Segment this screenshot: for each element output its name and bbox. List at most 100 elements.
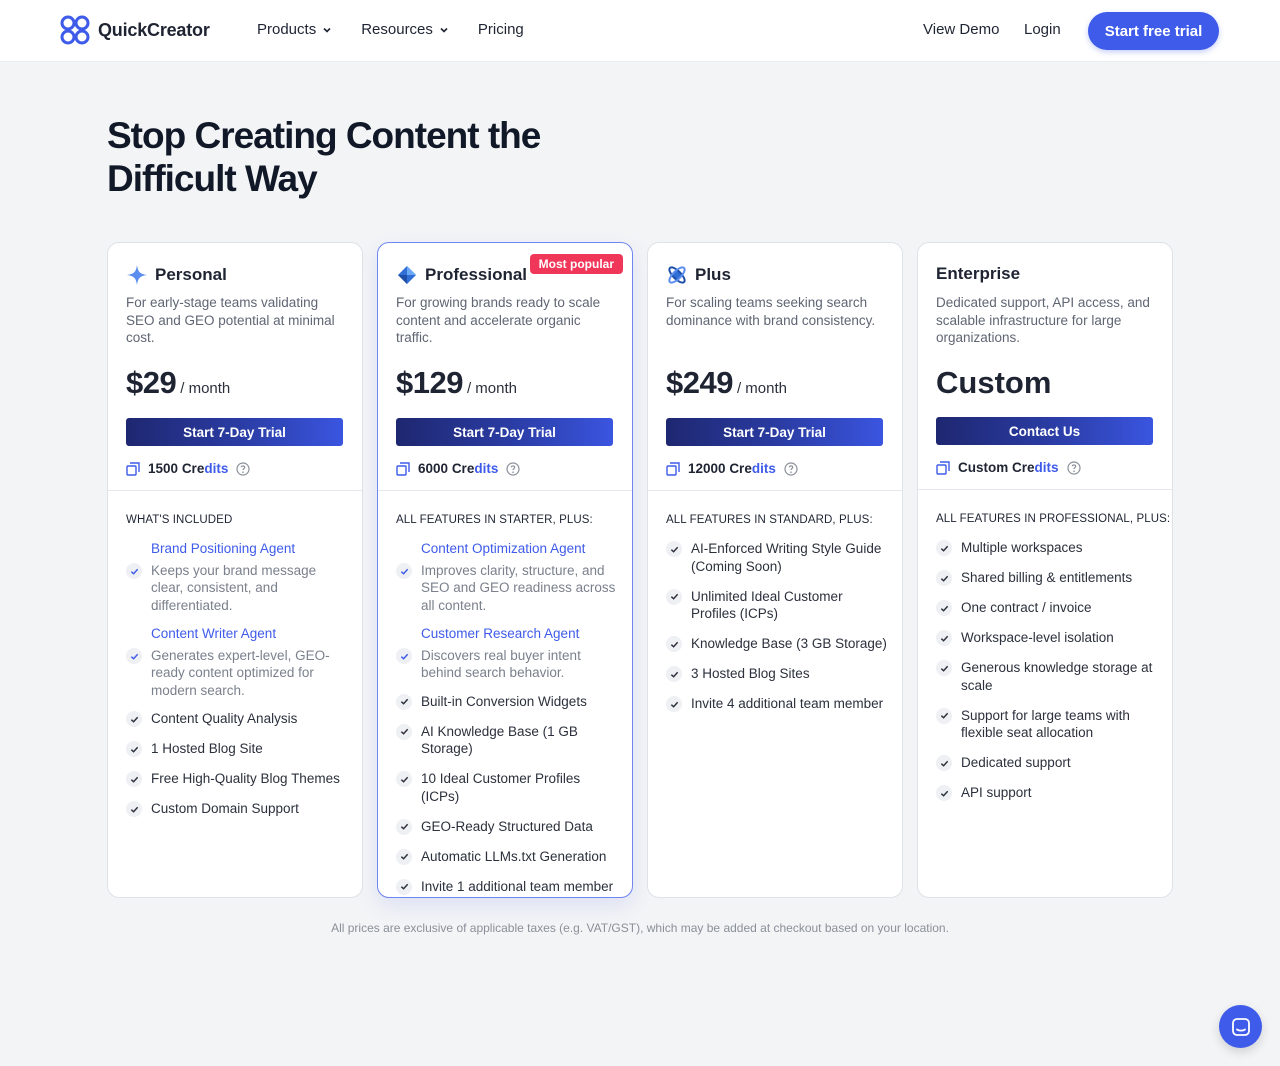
agent-item: Content Optimization Agent Improves clar…	[396, 540, 618, 614]
feature-item: Custom Domain Support	[126, 800, 348, 818]
help-circle-icon[interactable]	[784, 461, 798, 476]
feature-item: Unlimited Ideal Customer Profiles (ICPs)	[666, 588, 888, 623]
start-trial-button[interactable]: Start 7-Day Trial	[666, 418, 883, 446]
feature-text: 10 Ideal Customer Profiles (ICPs)	[421, 771, 581, 804]
page-title-line1: Stop Creating Content the	[107, 115, 541, 156]
plan-card-personal: Personal For early-stage teams validatin…	[107, 242, 363, 898]
check-icon	[396, 648, 412, 664]
agent-item: Customer Research Agent Discovers real b…	[396, 625, 618, 682]
card-divider	[378, 490, 632, 491]
plan-description: Dedicated support, API access, and scala…	[936, 295, 1150, 345]
feature-text: Custom Domain Support	[151, 801, 299, 816]
credits-label-a: Cre	[1012, 460, 1035, 475]
agent-title[interactable]: Content Optimization Agent	[421, 540, 618, 558]
login-link[interactable]: Login	[1024, 21, 1061, 38]
price-amount: Custom	[936, 365, 1052, 400]
feature-item: Generous knowledge storage at scale	[936, 659, 1158, 694]
check-icon	[936, 660, 952, 676]
start-trial-button[interactable]: Start 7-Day Trial	[126, 418, 343, 446]
chat-icon	[1231, 1017, 1250, 1036]
feature-text: Automatic LLMs.txt Generation	[421, 848, 607, 864]
plan-header: Professional	[396, 264, 527, 286]
nav-resources[interactable]: Resources	[361, 21, 449, 38]
feature-text: 1 Hosted Blog Site	[151, 741, 263, 756]
credits-stack-icon	[396, 461, 410, 476]
plan-header: Personal	[126, 264, 227, 286]
feature-item: AI Knowledge Base (1 GB Storage)	[396, 723, 618, 758]
help-circle-icon[interactable]	[1066, 460, 1081, 475]
main-nav: Products Resources Pricing	[257, 21, 524, 38]
plan-header: Enterprise	[936, 264, 1020, 284]
credits-count: 1500	[148, 461, 179, 476]
price-period: / month	[180, 380, 231, 397]
check-icon	[666, 588, 682, 605]
feature-item: Support for large teams with flexible se…	[936, 707, 1158, 742]
included-heading: WHAT'S INCLUDED	[126, 514, 233, 526]
feature-text: Generous knowledge storage at scale	[961, 660, 1153, 693]
card-divider	[918, 489, 1172, 490]
plan-name: Professional	[425, 265, 528, 284]
credits-label-b: dits	[1034, 460, 1059, 475]
feature-list: Multiple workspaces Shared billing & ent…	[936, 539, 1158, 814]
agent-item: Content Writer Agent Generates expert-le…	[126, 625, 348, 699]
check-icon	[936, 600, 952, 616]
price-amount: $249	[666, 365, 733, 400]
check-icon	[396, 818, 412, 835]
feature-item: GEO-Ready Structured Data	[396, 818, 618, 836]
chat-launcher-button[interactable]	[1219, 1005, 1262, 1048]
contact-us-button[interactable]: Contact Us	[936, 417, 1153, 445]
agent-description: Keeps your brand message clear, consiste…	[151, 562, 317, 613]
plan-description: For scaling teams seeking search dominan…	[666, 295, 876, 328]
check-icon	[936, 785, 952, 801]
check-icon	[396, 771, 412, 787]
check-icon	[396, 693, 412, 710]
plan-price: $29 / month	[126, 365, 230, 401]
check-icon	[126, 771, 142, 787]
check-icon	[666, 696, 682, 712]
sparkle-icon	[127, 265, 147, 285]
feature-item: Built-in Conversion Widgets	[396, 693, 618, 711]
plan-credits: 6000 Cre dits	[396, 461, 520, 476]
help-circle-icon[interactable]	[506, 461, 520, 476]
check-icon	[396, 723, 412, 740]
view-demo-link[interactable]: View Demo	[923, 21, 999, 38]
most-popular-badge: Most popular	[529, 254, 623, 274]
credits-stack-icon	[936, 460, 950, 475]
agent-description: Discovers real buyer intent behind searc…	[421, 647, 581, 681]
feature-list: AI-Enforced Writing Style Guide (Coming …	[666, 540, 888, 725]
check-icon	[396, 878, 412, 895]
check-icon	[126, 801, 142, 817]
price-period: / month	[466, 380, 517, 397]
feature-text: Multiple workspaces	[961, 540, 1083, 555]
agent-title[interactable]: Brand Positioning Agent	[151, 540, 348, 558]
feature-text: One contract / invoice	[961, 600, 1092, 615]
feature-text: Knowledge Base (3 GB Storage)	[691, 636, 887, 651]
nav-products[interactable]: Products	[257, 21, 332, 38]
card-divider	[648, 490, 902, 491]
credits-count: Custom	[958, 460, 1009, 475]
included-heading: ALL FEATURES IN STANDARD, PLUS:	[666, 514, 873, 526]
plan-credits: 1500 Cre dits	[126, 461, 250, 476]
plan-description: For growing brands ready to scale conten…	[396, 295, 601, 345]
feature-text: Content Quality Analysis	[151, 711, 298, 726]
credits-count: 6000	[418, 461, 449, 476]
credits-label-a: Cre	[451, 461, 475, 476]
feature-text: Invite 4 additional team member	[691, 696, 884, 711]
help-circle-icon[interactable]	[236, 461, 250, 476]
agent-title[interactable]: Content Writer Agent	[151, 625, 348, 643]
start-trial-button[interactable]: Start 7-Day Trial	[396, 418, 613, 446]
feature-item: API support	[936, 784, 1158, 802]
nav-pricing[interactable]: Pricing	[478, 21, 524, 38]
feature-item: 3 Hosted Blog Sites	[666, 665, 888, 683]
quickcreator-logo-icon	[60, 15, 90, 45]
agent-title[interactable]: Customer Research Agent	[421, 625, 618, 643]
feature-text: Support for large teams with flexible se…	[961, 707, 1130, 741]
feature-item: Invite 4 additional team member	[666, 695, 888, 713]
credits-stack-icon	[666, 461, 680, 476]
start-free-trial-button[interactable]: Start free trial	[1088, 12, 1219, 50]
brand-logo[interactable]: QuickCreator	[60, 15, 210, 45]
site-header: QuickCreator Products Resources Pricing …	[0, 0, 1280, 62]
plan-header: Plus	[666, 264, 731, 286]
feature-item: 1 Hosted Blog Site	[126, 740, 348, 758]
credits-label-b: dits	[474, 461, 499, 476]
